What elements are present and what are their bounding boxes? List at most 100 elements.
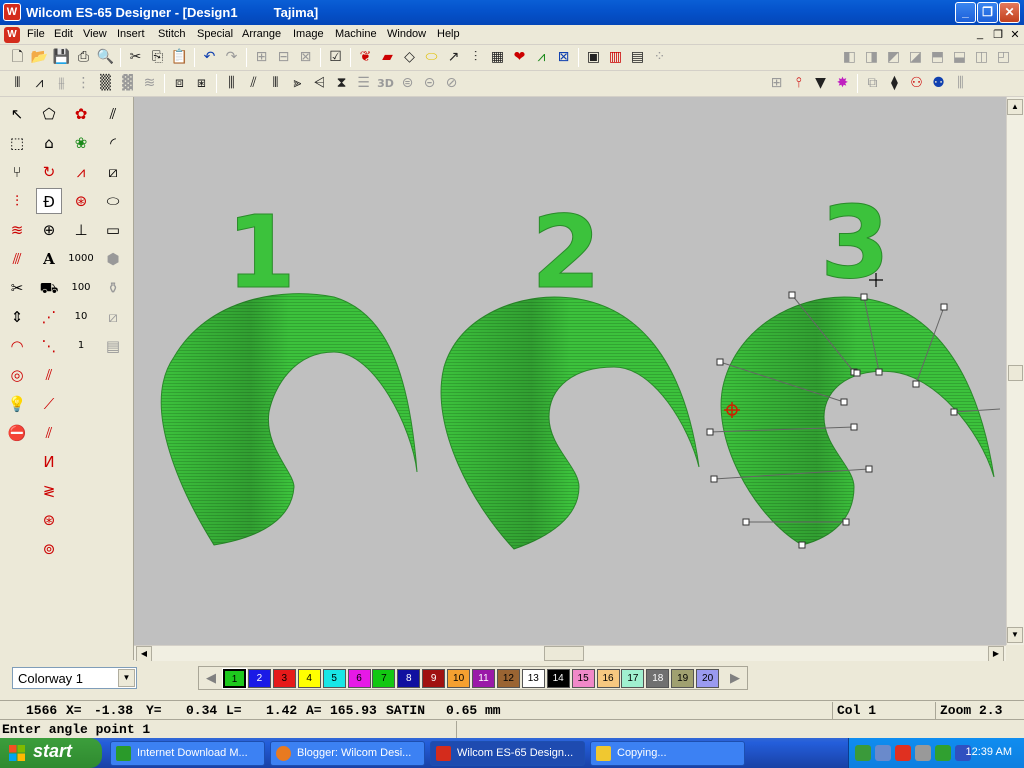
stitch-effect-4-icon[interactable]: ⫸ [288,74,307,93]
object-properties-icon[interactable]: ⧉ [863,74,882,93]
vertical-scrollbar[interactable]: ▲ ▼ [1006,97,1024,645]
color-swatch-14[interactable]: 14 [546,669,570,688]
wave-fill-icon[interactable]: ≋ [140,74,159,93]
texture-icon[interactable]: ▤ [100,333,126,359]
triple-stitch-icon[interactable]: ⫽ [36,362,62,388]
run-stitch-icon[interactable]: ⋮ [74,74,93,93]
reshape-icon[interactable]: ↗ [444,48,463,67]
polygon-select-icon[interactable]: ⬚ [4,130,30,156]
align-right-icon[interactable]: ◩ [884,48,903,67]
digitize-d-icon[interactable]: Ð [36,188,62,214]
color-swatch-1[interactable]: 1 [222,668,247,689]
align-left-icon[interactable]: ◧ [840,48,859,67]
stitch-effect-5-icon[interactable]: ⩤ [310,74,329,93]
needle-icon[interactable]: ⫯ [789,74,808,93]
auto-fabric-icon[interactable]: ❤ [510,48,529,67]
s-path-icon[interactable]: ≷ [36,478,62,504]
sequence-icon[interactable]: ⊞ [767,74,786,93]
menu-insert[interactable]: Insert [117,28,145,40]
people-icon[interactable]: ⚇ [907,74,926,93]
ellipse-icon[interactable]: ⬭ [100,188,126,214]
scroll-up-icon[interactable]: ▲ [1007,99,1023,115]
sync-icon[interactable] [915,745,931,761]
hatch-icon[interactable]: ⧈ [170,74,189,93]
close-button[interactable]: ✕ [999,2,1020,23]
download-tray-icon[interactable] [935,745,951,761]
align-bottom-icon[interactable]: ⬒ [928,48,947,67]
select-arrow-icon[interactable]: ↖ [4,101,30,127]
pattern-icon[interactable]: ⧄ [100,304,126,330]
tatami-icon[interactable]: ▰ [378,48,397,67]
task-copying[interactable]: Copying... [590,741,745,766]
n-path-icon[interactable]: И [36,449,62,475]
minimize-button[interactable]: _ [955,2,976,23]
stitch-effect-7-icon[interactable]: ☰ [354,74,373,93]
color-swatch-16[interactable]: 16 [596,669,620,688]
color-swatch-9[interactable]: 9 [422,669,446,688]
stitch-effect-6-icon[interactable]: ⧗ [332,74,351,93]
zigzag-stitch-icon[interactable]: ⩘ [30,74,49,93]
cut-icon[interactable]: ✂ [126,48,145,67]
stitch-effect-9-icon[interactable]: ⊝ [420,74,439,93]
anchor-icon[interactable]: ⊥ [68,217,94,243]
scroll-down-icon[interactable]: ▼ [1007,627,1023,643]
lock-icon[interactable]: ⊠ [296,48,315,67]
bead-stitch-icon[interactable]: ⋱ [36,333,62,359]
realistic-icon[interactable]: ▤ [628,48,647,67]
print-icon[interactable]: ⎙ [74,48,93,67]
doc-minimize-button[interactable]: _ [972,28,988,42]
color-swatch-12[interactable]: 12 [496,669,520,688]
menu-stitch[interactable]: Stitch [158,28,186,40]
stitch-count-100-icon[interactable]: 100 [68,275,94,301]
menu-file[interactable]: File [27,28,45,40]
menu-view[interactable]: View [83,28,107,40]
task-blogger[interactable]: Blogger: Wilcom Desi... [270,741,425,766]
stitch-count-1000-icon[interactable]: 1000 [68,246,94,272]
redo-icon[interactable]: ↷ [222,48,241,67]
zigzag-red-icon[interactable]: ⩘ [68,159,94,185]
satin-stitch-icon[interactable]: ⫴ [8,74,27,93]
stop-hand-icon[interactable]: ⛔ [4,420,30,446]
menu-image[interactable]: Image [293,28,324,40]
cross-stitch-icon[interactable]: ⧆ [192,74,211,93]
bottle-icon[interactable]: ⚱ [100,275,126,301]
menu-special[interactable]: Special [197,28,233,40]
distribute-v-icon[interactable]: ◫ [972,48,991,67]
color-swatch-13[interactable]: 13 [521,669,545,688]
stitch-angle-icon[interactable]: ⫶ [466,48,485,67]
palette-right-arrow-icon[interactable]: ▶ [724,668,746,688]
resize-vertical-icon[interactable]: ⇕ [4,304,30,330]
stitch-count-1-icon[interactable]: 1 [68,333,94,359]
embroidery-leaf-2[interactable]: 2 [440,194,700,550]
color-swatch-10[interactable]: 10 [447,669,471,688]
palette-left-arrow-icon[interactable]: ◀ [200,668,222,688]
network-icon[interactable] [855,745,871,761]
backstitch-icon[interactable]: ⫽ [36,420,62,446]
embroidery-leaf-1[interactable]: 1 [160,194,481,546]
checkbox-icon[interactable]: ☑ [326,48,345,67]
target-icon[interactable]: ⊚ [36,536,62,562]
vertical-scroll-thumb[interactable] [1008,365,1023,381]
horizontal-scroll-thumb[interactable] [544,646,584,661]
chevron-down-icon[interactable]: ▼ [118,669,135,687]
color-block-icon[interactable]: ✸ [833,74,852,93]
print-preview-icon[interactable]: 🔍 [96,48,115,67]
color-swatch-18[interactable]: 18 [646,669,670,688]
text-icon[interactable]: A [36,246,62,272]
design-canvas[interactable]: 1 2 3 [134,97,1006,645]
satin-fill-icon[interactable]: ❦ [356,48,375,67]
color-swatch-15[interactable]: 15 [571,669,595,688]
show-picture-icon[interactable]: ▣ [584,48,603,67]
open-folder-icon[interactable]: 📂 [30,48,49,67]
align-center-icon[interactable]: ◨ [862,48,881,67]
task-wilcom[interactable]: Wilcom ES-65 Design... [430,741,585,766]
branch-icon[interactable]: ⑂ [4,159,30,185]
color-swatch-6[interactable]: 6 [347,669,371,688]
user-icon[interactable]: ⚉ [929,74,948,93]
fan-icon[interactable]: ◠ [4,333,30,359]
doc-restore-button[interactable]: ❐ [990,28,1006,42]
color-swatch-20[interactable]: 20 [696,669,720,688]
menu-machine[interactable]: Machine [335,28,377,40]
step-stitch-icon[interactable]: ⫵ [52,74,71,93]
menu-edit[interactable]: Edit [54,28,73,40]
